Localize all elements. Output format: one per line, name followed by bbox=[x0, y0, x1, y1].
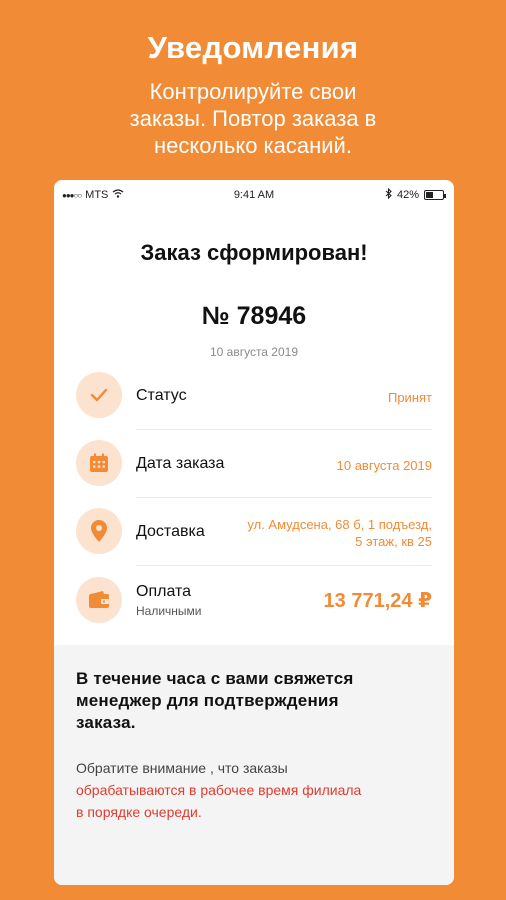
note-line-highlight: в порядке очереди. bbox=[76, 804, 202, 820]
promo-subtitle-line: Контролируйте свои bbox=[149, 79, 357, 104]
check-icon bbox=[76, 372, 122, 418]
message-line: В течение часа с вами свяжется bbox=[76, 669, 354, 688]
message-line: заказа. bbox=[76, 713, 136, 732]
order-date-label: Дата заказа bbox=[136, 455, 225, 472]
order-date-value: 10 августа 2019 bbox=[336, 458, 432, 473]
divider bbox=[136, 565, 432, 566]
divider bbox=[136, 429, 432, 430]
delivery-row: Доставка ул. Амудсена, 68 б, 1 подъезд, … bbox=[76, 506, 432, 566]
status-value: Принят bbox=[387, 390, 432, 405]
bluetooth-icon bbox=[385, 187, 392, 202]
order-date-row: Дата заказа 10 августа 2019 bbox=[76, 438, 432, 498]
promo-subtitle-line: несколько касаний. bbox=[154, 133, 352, 158]
delivery-address: ул. Амудсена, 68 б, 1 подъезд, 5 этаж, к… bbox=[247, 516, 432, 550]
order-number: № 78946 bbox=[201, 302, 307, 330]
manager-callback-message: В течение часа с вами свяжется менеджер … bbox=[76, 668, 424, 734]
address-line: 5 этаж, кв 25 bbox=[355, 534, 432, 549]
promo-title: Уведомления bbox=[147, 30, 359, 65]
processing-note: Обратите внимание , что заказы обрабатыв… bbox=[76, 757, 434, 823]
delivery-label: Доставка bbox=[136, 523, 205, 540]
payment-amount: 13 771,24 ₽ bbox=[323, 590, 432, 612]
divider bbox=[136, 497, 432, 498]
battery-icon bbox=[424, 190, 446, 200]
promo-subtitle-line: заказы. Повтор заказа в bbox=[129, 106, 377, 131]
message-line: менеджер для подтверждения bbox=[76, 691, 339, 710]
wallet-icon bbox=[76, 577, 122, 623]
status-bar: ●●●○○ MTS 9:41 AM 42% bbox=[54, 180, 454, 208]
location-pin-icon bbox=[76, 508, 122, 554]
order-title: Заказ сформирован! bbox=[140, 240, 368, 265]
battery-group: 42% bbox=[385, 187, 446, 202]
battery-fill bbox=[426, 192, 433, 198]
promo-subtitle: Контролируйте свои заказы. Повтор заказа… bbox=[0, 78, 506, 159]
note-line: Обратите внимание , что заказы bbox=[76, 760, 288, 776]
calendar-icon bbox=[76, 440, 122, 486]
payment-method: Наличными bbox=[136, 604, 202, 618]
battery-percent: 42% bbox=[396, 189, 419, 201]
phone-screen: ●●●○○ MTS 9:41 AM 42% Заказ сформирован!… bbox=[54, 180, 454, 885]
info-panel: В течение часа с вами свяжется менеджер … bbox=[54, 645, 454, 885]
address-line: ул. Амудсена, 68 б, 1 подъезд, bbox=[247, 517, 432, 532]
status-row: Статус Принят bbox=[76, 370, 432, 430]
payment-row: Оплата Наличными 13 771,24 ₽ bbox=[76, 575, 432, 635]
order-date: 10 августа 2019 bbox=[209, 345, 299, 359]
note-line-highlight: обрабатываются в рабочее время филиала bbox=[76, 782, 362, 798]
status-label: Статус bbox=[136, 387, 187, 404]
payment-label: Оплата bbox=[136, 583, 192, 600]
